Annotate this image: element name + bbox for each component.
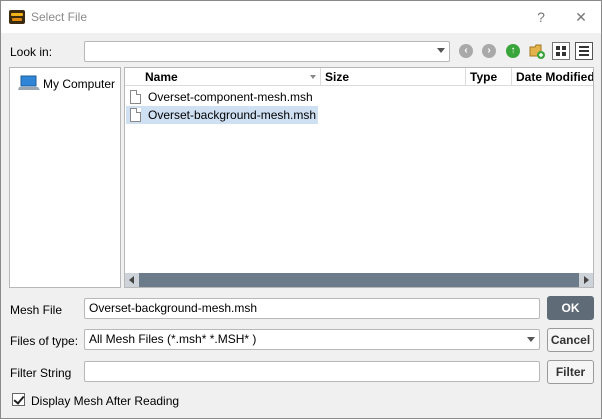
list-view-icon[interactable] <box>552 42 570 60</box>
horizontal-scrollbar[interactable] <box>125 273 593 287</box>
arrow-right-icon <box>584 276 589 284</box>
column-header-name[interactable]: Name <box>141 68 321 86</box>
sidebar-item-label: My Computer <box>43 77 116 91</box>
file-icon <box>130 90 141 104</box>
look-in-label: Look in: <box>10 45 53 59</box>
file-list-header: Name Size Type Date Modified <box>125 68 593 86</box>
mesh-file-label: Mesh File <box>10 303 63 317</box>
column-header-size[interactable]: Size <box>321 68 466 86</box>
files-of-type-label: Files of type: <box>10 334 79 348</box>
up-folder-icon[interactable]: ↑ <box>504 42 522 60</box>
display-mesh-checkbox[interactable] <box>12 393 25 406</box>
detail-view-icon[interactable] <box>575 42 593 60</box>
new-folder-icon[interactable] <box>528 42 546 60</box>
window-title: Select File <box>31 10 88 24</box>
files-of-type-dropdown[interactable]: All Mesh Files (*.msh* *.MSH* ) <box>84 329 540 350</box>
column-header-type[interactable]: Type <box>466 68 512 86</box>
back-icon[interactable]: ‹ <box>457 42 475 60</box>
file-icon <box>130 108 141 122</box>
file-list: Name Size Type Date Modified Overset-com… <box>124 67 594 288</box>
scroll-right-button[interactable] <box>579 273 593 287</box>
ok-button[interactable]: OK <box>547 296 594 320</box>
file-row[interactable]: Overset-component-mesh.msh <box>126 88 318 106</box>
file-name: Overset-component-mesh.msh <box>148 90 313 104</box>
close-button[interactable]: ✕ <box>570 7 592 27</box>
scroll-left-button[interactable] <box>125 273 139 287</box>
arrow-left-icon <box>129 276 134 284</box>
file-name: Overset-background-mesh.msh <box>148 108 317 122</box>
filter-string-label: Filter String <box>10 366 72 380</box>
display-mesh-label: Display Mesh After Reading <box>31 394 180 408</box>
places-sidebar: My Computer <box>9 67 121 288</box>
title-bar: Select File ? ✕ <box>1 1 601 33</box>
app-logo-icon <box>9 10 25 24</box>
mesh-file-input[interactable]: Overset-background-mesh.msh <box>84 298 540 319</box>
column-header-date-modified[interactable]: Date Modified <box>512 68 593 86</box>
chevron-down-icon <box>527 337 535 342</box>
forward-icon[interactable]: › <box>480 42 498 60</box>
files-of-type-value: All Mesh Files (*.msh* *.MSH* ) <box>89 332 257 346</box>
chevron-down-icon <box>437 48 445 53</box>
filter-button[interactable]: Filter <box>547 360 594 384</box>
filter-string-input[interactable] <box>84 361 540 382</box>
sort-down-icon <box>310 75 316 79</box>
look-in-dropdown[interactable] <box>84 41 450 62</box>
cancel-button[interactable]: Cancel <box>547 328 594 352</box>
select-file-dialog: Select File ? ✕ Look in: ‹ › ↑ My Comput… <box>0 0 602 419</box>
help-button[interactable]: ? <box>530 7 552 27</box>
computer-icon <box>18 75 40 90</box>
sidebar-item-my-computer[interactable]: My Computer <box>10 68 120 96</box>
file-row-selected[interactable]: Overset-background-mesh.msh <box>126 106 318 124</box>
